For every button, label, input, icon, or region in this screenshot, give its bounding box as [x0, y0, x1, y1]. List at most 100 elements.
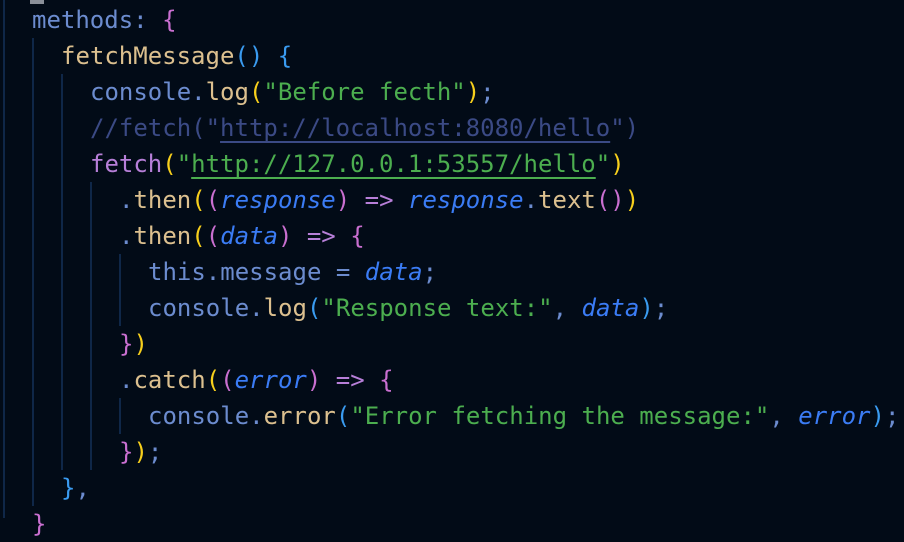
code-token: ( [162, 150, 177, 178]
code-token: ) [465, 78, 481, 106]
code-token: ; [653, 294, 669, 322]
code-token: "Error fetching the message:" [350, 402, 770, 430]
code-line[interactable]: fetch("http://127.0.0.1:53557/hello") [90, 146, 625, 182]
code-token: ( [248, 78, 264, 106]
code-token: ; [147, 438, 163, 466]
code-token: ( [205, 366, 221, 394]
code-token: . [119, 222, 134, 250]
code-line[interactable]: }, [61, 470, 90, 506]
code-token: } [119, 330, 134, 358]
indent-guide [3, 0, 5, 518]
code-token: . [205, 258, 221, 286]
code-token: console [148, 402, 250, 430]
code-line[interactable]: fetchMessage() { [61, 38, 292, 74]
code-token: data [581, 294, 640, 322]
indent-guide [32, 38, 34, 506]
code-token: ; [422, 258, 438, 286]
code-token: fetchMessage [61, 42, 235, 70]
code-line[interactable]: }) [119, 326, 148, 362]
code-token: ) [306, 366, 322, 394]
code-token: ") [610, 114, 640, 142]
indent-guide [119, 398, 121, 434]
code-token: ; [884, 402, 900, 430]
code-token: ( [220, 366, 235, 394]
code-token: ( [191, 186, 206, 214]
code-token: data [364, 258, 423, 286]
code-token: } [61, 474, 76, 502]
code-token: ) [277, 222, 293, 250]
code-token: response [220, 186, 336, 214]
code-line[interactable]: //fetch("http://localhost:8080/hello") [90, 110, 639, 146]
code-token: => [321, 366, 380, 394]
code-token: : [133, 6, 163, 34]
indent-guide [61, 74, 63, 470]
code-token: () [234, 42, 264, 70]
code-token: . [119, 366, 134, 394]
code-token: http://localhost:8080/hello [220, 114, 611, 142]
code-token: " [176, 150, 192, 178]
code-token: { [350, 222, 365, 250]
code-token: then [133, 222, 192, 250]
code-token: error [263, 402, 336, 430]
code-line[interactable]: console.log("Response text:", data); [148, 290, 668, 326]
code-token: ) [624, 186, 640, 214]
code-token: , [75, 474, 90, 502]
code-token: ; [480, 78, 495, 106]
code-line[interactable]: .then((response) => response.text()) [119, 182, 639, 218]
code-editor[interactable]: methods: {fetchMessage() {console.log("B… [0, 0, 904, 538]
code-token: . [249, 294, 264, 322]
code-token: fetch [90, 150, 163, 178]
code-line[interactable]: } [32, 506, 46, 542]
code-token: => [292, 222, 351, 250]
code-token: { [162, 6, 177, 34]
indent-guide [119, 254, 121, 326]
code-token: text [538, 186, 596, 214]
code-line[interactable]: }); [119, 434, 162, 470]
code-token: () [595, 186, 625, 214]
code-line[interactable]: methods: { [32, 2, 177, 38]
code-token: message [220, 258, 322, 286]
code-line[interactable]: this.message = data; [148, 254, 437, 290]
code-line[interactable]: console.error("Error fetching the messag… [148, 398, 899, 434]
code-token: log [263, 294, 307, 322]
code-token: . [191, 78, 206, 106]
code-token: { [277, 42, 293, 70]
code-token: error [234, 366, 307, 394]
code-token: . [523, 186, 539, 214]
code-token: . [249, 402, 264, 430]
code-token: console [90, 78, 192, 106]
code-token: log [205, 78, 249, 106]
code-token: catch [133, 366, 206, 394]
code-token: } [32, 510, 47, 538]
code-token: ) [610, 150, 625, 178]
code-token: { [379, 366, 394, 394]
code-token: ( [205, 222, 221, 250]
code-token: methods [32, 6, 134, 34]
code-token: "Response text:" [321, 294, 553, 322]
code-token: ) [133, 330, 148, 358]
code-token: then [133, 186, 192, 214]
code-token: . [119, 186, 134, 214]
indent-guide [90, 182, 92, 470]
code-token: //fetch(" [90, 114, 221, 142]
code-token: => [350, 186, 408, 214]
code-line[interactable]: .catch((error) => { [119, 362, 394, 398]
code-token: ( [205, 186, 221, 214]
code-token: " [595, 150, 611, 178]
code-token: , [552, 294, 582, 322]
code-token: , [769, 402, 799, 430]
code-token: ) [133, 438, 148, 466]
code-line[interactable]: console.log("Before fecth"); [90, 74, 495, 110]
code-token: ) [639, 294, 654, 322]
code-token: this [148, 258, 206, 286]
code-token: ( [191, 222, 206, 250]
code-token: console [148, 294, 250, 322]
code-token: "Before fecth" [263, 78, 466, 106]
code-token: = [321, 258, 365, 286]
code-token: response [408, 186, 524, 214]
code-line[interactable]: .then((data) => { [119, 218, 365, 254]
code-token: http://127.0.0.1:53557/hello [191, 150, 596, 178]
code-token: ( [335, 402, 351, 430]
code-token: ) [335, 186, 351, 214]
